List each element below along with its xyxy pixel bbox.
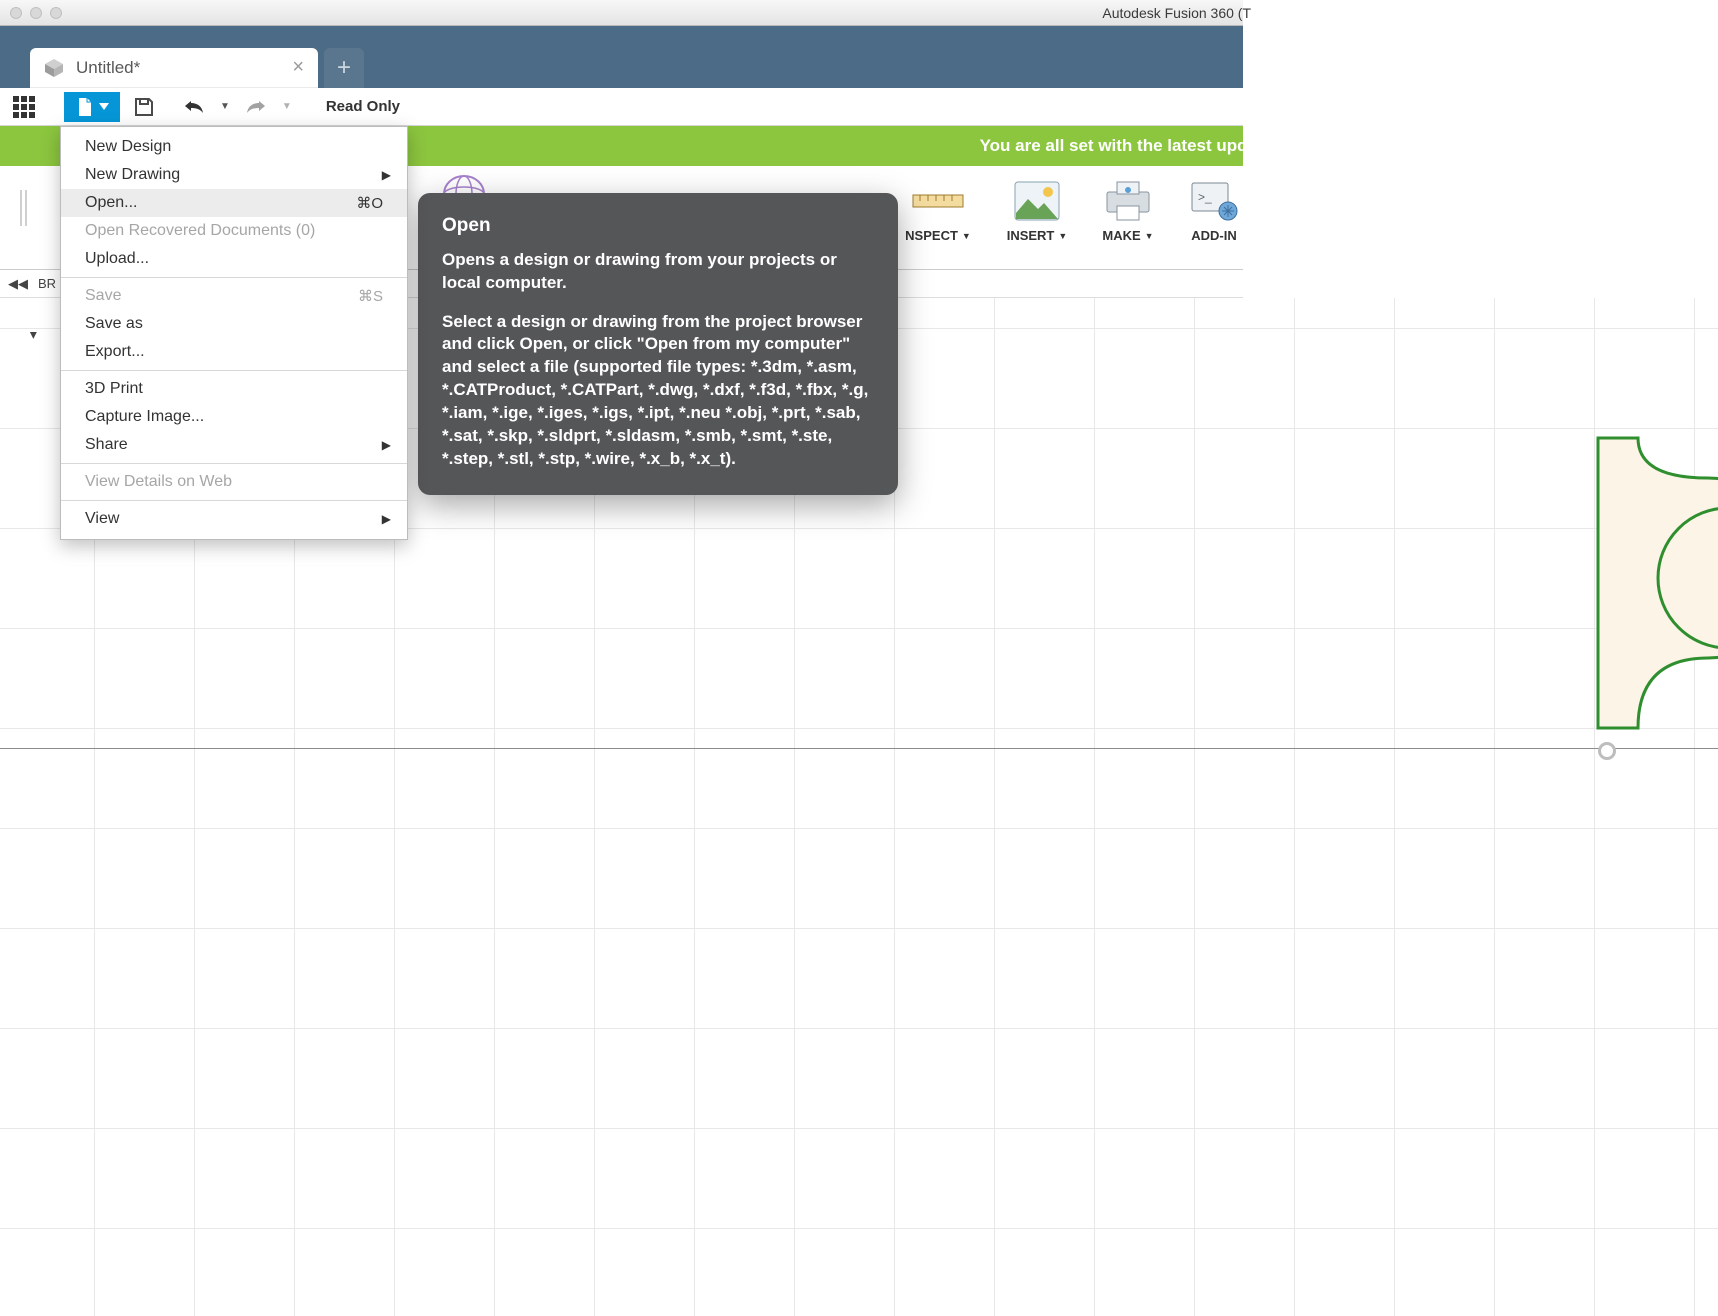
cube-icon xyxy=(44,58,64,78)
file-menu-item: Save ⌘S xyxy=(61,282,407,310)
file-menu-item[interactable]: Export... xyxy=(61,338,407,366)
document-tab-strip: Untitled* × + xyxy=(0,26,1243,88)
file-menu-item: View Details on Web xyxy=(61,468,407,496)
disclosure-triangle-icon: ▶ xyxy=(28,332,39,339)
menu-item-shortcut: ⌘S xyxy=(358,287,383,305)
file-menu-item[interactable]: View ▶ xyxy=(61,505,407,533)
caret-down-icon: ▼ xyxy=(962,231,971,241)
file-menu-item[interactable]: Save as xyxy=(61,310,407,338)
file-menu-item[interactable]: Share ▶ xyxy=(61,431,407,459)
menu-item-label: Capture Image... xyxy=(85,408,204,426)
document-tab-label: Untitled* xyxy=(76,58,140,78)
tooltip-body-1: Opens a design or drawing from your proj… xyxy=(442,249,874,295)
caret-down-icon: ▼ xyxy=(1145,231,1154,241)
svg-text:>_: >_ xyxy=(1198,190,1212,204)
read-only-badge: Read Only xyxy=(326,98,400,115)
menu-item-label: Export... xyxy=(85,343,145,361)
ribbon-label: NSPECT xyxy=(905,228,958,243)
save-button[interactable] xyxy=(130,93,158,121)
close-window[interactable] xyxy=(10,7,22,19)
menu-item-label: Open Recovered Documents (0) xyxy=(85,222,315,240)
file-menu-item[interactable]: Open... ⌘O xyxy=(61,189,407,217)
file-menu-button[interactable] xyxy=(64,92,120,122)
menu-item-label: View xyxy=(85,510,119,528)
ribbon-group-insert[interactable]: INSERT▼ xyxy=(996,176,1078,243)
menu-item-label: Save as xyxy=(85,315,143,333)
menu-item-label: View Details on Web xyxy=(85,473,232,491)
redo-icon xyxy=(245,99,267,115)
ribbon-group-make[interactable]: MAKE ▼ xyxy=(1088,176,1168,243)
undo-history-caret[interactable]: ▼ xyxy=(214,101,236,112)
minimize-window[interactable] xyxy=(30,7,42,19)
redo-button[interactable] xyxy=(242,93,270,121)
submenu-arrow-icon: ▶ xyxy=(382,512,391,526)
file-menu-item[interactable]: Capture Image... xyxy=(61,403,407,431)
file-menu-item[interactable]: New Design xyxy=(61,133,407,161)
data-panel-button[interactable] xyxy=(10,93,38,121)
file-menu-item: Open Recovered Documents (0) xyxy=(61,217,407,245)
mac-titlebar: Autodesk Fusion 360 (T xyxy=(0,0,1243,26)
ribbon-grip[interactable] xyxy=(12,188,34,228)
grid-icon xyxy=(13,96,35,118)
window-controls xyxy=(0,7,62,19)
tooltip-open: Open Opens a design or drawing from your… xyxy=(418,193,898,495)
caret-down-icon xyxy=(99,103,109,111)
menu-item-label: Save xyxy=(85,287,121,305)
rewind-icon[interactable]: ◀◀ xyxy=(8,276,28,292)
close-tab-icon[interactable]: × xyxy=(292,57,304,77)
script-icon: >_ xyxy=(1184,176,1244,226)
image-icon xyxy=(1007,176,1067,226)
new-tab-button[interactable]: + xyxy=(324,48,364,88)
menu-item-label: Upload... xyxy=(85,250,149,268)
ribbon-label: ADD-IN xyxy=(1191,228,1237,243)
file-menu-item[interactable]: New Drawing ▶ xyxy=(61,161,407,189)
menu-item-label: Open... xyxy=(85,194,137,212)
menu-item-label: 3D Print xyxy=(85,380,143,398)
file-icon xyxy=(75,97,95,117)
menu-item-label: New Design xyxy=(85,138,171,156)
ribbon-label: INSERT xyxy=(1007,228,1055,243)
undo-icon xyxy=(183,99,205,115)
ruler-icon xyxy=(908,176,968,226)
redo-history-caret[interactable]: ▼ xyxy=(276,101,298,112)
menu-item-label: New Drawing xyxy=(85,166,180,184)
ribbon-group-addins[interactable]: >_ ADD-IN xyxy=(1180,176,1248,243)
zoom-window[interactable] xyxy=(50,7,62,19)
tooltip-title: Open xyxy=(442,213,874,239)
app-title: Autodesk Fusion 360 (T xyxy=(1102,5,1251,21)
undo-button[interactable] xyxy=(180,93,208,121)
quick-access-toolbar: ▼ ▼ Read Only xyxy=(0,88,1243,126)
printer-icon xyxy=(1098,176,1158,226)
browser-tree-row[interactable]: ▶ xyxy=(30,330,37,341)
save-icon xyxy=(134,97,154,117)
ribbon-label: MAKE xyxy=(1102,228,1140,243)
sketch-geometry xyxy=(1588,428,1718,748)
tooltip-body-2: Select a design or drawing from the proj… xyxy=(442,311,874,472)
file-menu-item[interactable]: 3D Print xyxy=(61,375,407,403)
menu-item-label: Share xyxy=(85,436,128,454)
document-tab-active[interactable]: Untitled* × xyxy=(30,48,318,88)
update-banner-text: You are all set with the latest upda xyxy=(980,136,1243,156)
browser-label: BR xyxy=(38,276,56,291)
submenu-arrow-icon: ▶ xyxy=(382,438,391,452)
axis-horizontal xyxy=(0,748,1718,749)
file-menu-item[interactable]: Upload... xyxy=(61,245,407,273)
menu-item-shortcut: ⌘O xyxy=(356,194,383,212)
ribbon-group-inspect[interactable]: NSPECT ▼ xyxy=(892,176,984,243)
file-menu-dropdown: New Design New Drawing ▶ Open... ⌘O Open Reco… xyxy=(60,126,408,540)
caret-down-icon: ▼ xyxy=(1058,231,1067,241)
submenu-arrow-icon: ▶ xyxy=(382,168,391,182)
